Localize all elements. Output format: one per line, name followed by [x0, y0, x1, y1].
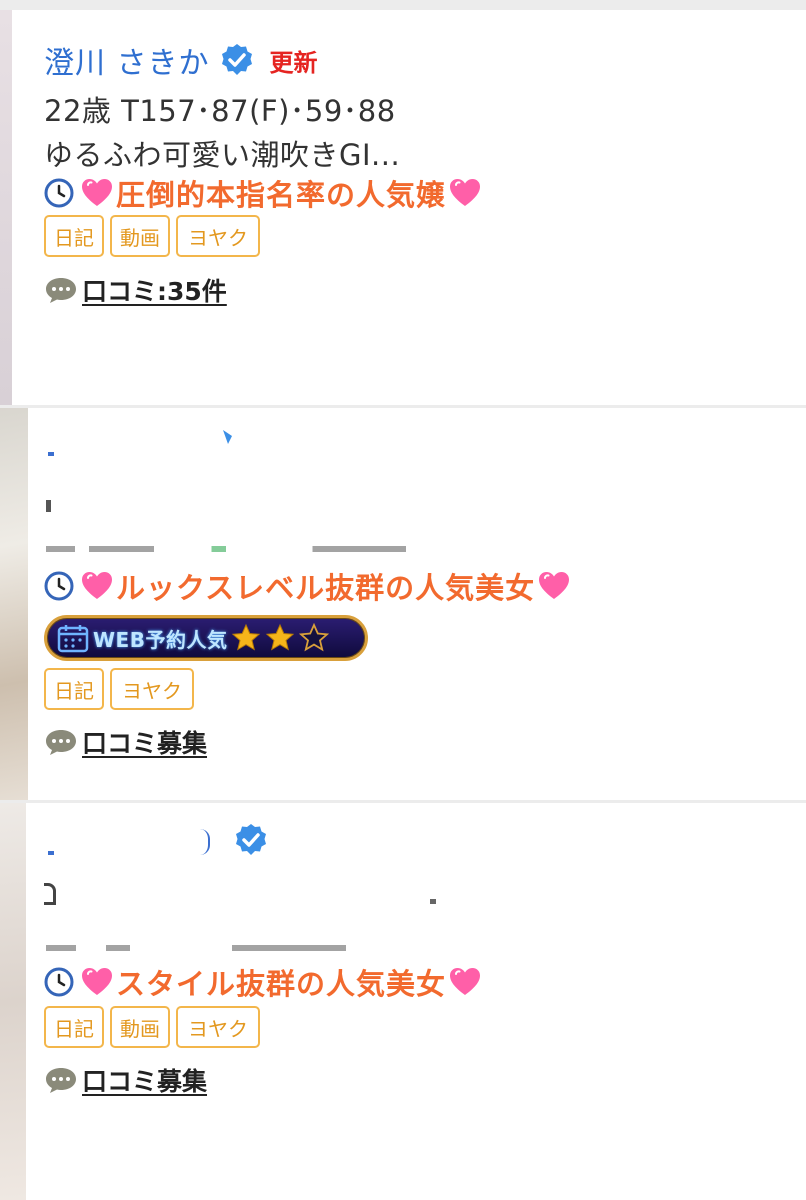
obscured-mark: [48, 452, 54, 456]
updated-label: 更新: [269, 48, 318, 77]
catch-copy: 圧倒的本指名率の人気嬢: [44, 172, 482, 214]
cast-card[interactable]: ルックスレベル抜群の人気美女 WEB予約人気 日記 ヨヤク 口コミ募集: [0, 408, 806, 800]
catch-copy: ルックスレベル抜群の人気美女: [44, 565, 571, 607]
clock-icon: [44, 967, 74, 997]
star-icon: [231, 623, 261, 653]
catch-copy: スタイル抜群の人気美女: [44, 961, 482, 1003]
obscured-mark: [48, 851, 54, 855]
cast-list: 澄川 さきか 更新 22歳 T157･87(F)･59･88 ゆるふわ可愛い潮吹…: [0, 0, 806, 1200]
cast-description: ゆるふわ可愛い潮吹きGI...: [44, 138, 401, 172]
cast-card[interactable]: 澄川 さきか 更新 22歳 T157･87(F)･59･88 ゆるふわ可愛い潮吹…: [0, 10, 806, 405]
verified-badge-icon: [234, 823, 268, 857]
heart-icon: [448, 176, 482, 210]
tag-list: 日記 動画 ヨヤク: [44, 215, 260, 257]
cast-photo[interactable]: [0, 408, 28, 800]
cast-card[interactable]: スタイル抜群の人気美女 日記 動画 ヨヤク 口コミ募集: [0, 803, 806, 1200]
catch-text: 圧倒的本指名率の人気嬢: [116, 178, 447, 212]
star-empty-icon: [299, 622, 330, 653]
obscured-mark: [430, 899, 436, 904]
obscured-mark: [46, 546, 406, 552]
cast-stats: 22歳 T157･87(F)･59･88: [44, 94, 396, 128]
tag-video[interactable]: 動画: [110, 215, 170, 257]
obscured-mark: [46, 945, 346, 951]
catch-text: スタイル抜群の人気美女: [116, 967, 447, 1001]
catch-text: ルックスレベル抜群の人気美女: [116, 571, 536, 605]
tag-diary[interactable]: 日記: [44, 1006, 104, 1048]
cast-photo[interactable]: [0, 803, 26, 1200]
heart-icon: [80, 965, 114, 999]
tag-list: 日記 ヨヤク: [44, 668, 194, 710]
clock-icon: [44, 571, 74, 601]
web-reservation-badge: WEB予約人気: [44, 615, 368, 661]
obscured-mark: [46, 500, 51, 512]
calendar-icon: [57, 623, 89, 653]
speech-bubble-icon: [44, 275, 78, 305]
review-link[interactable]: 口コミ:35件: [44, 272, 227, 308]
tag-diary[interactable]: 日記: [44, 668, 104, 710]
review-count[interactable]: 口コミ:35件: [82, 272, 227, 308]
heart-icon: [448, 965, 482, 999]
tag-diary[interactable]: 日記: [44, 215, 104, 257]
verified-badge-icon: [220, 43, 254, 77]
speech-bubble-icon: [44, 1065, 78, 1095]
tag-list: 日記 動画 ヨヤク: [44, 1006, 260, 1048]
obscured-mark: [44, 883, 56, 905]
tag-reserve[interactable]: ヨヤク: [176, 215, 260, 257]
star-icon: [265, 623, 295, 653]
cast-name[interactable]: 澄川 さきか: [44, 38, 210, 82]
heart-icon: [80, 176, 114, 210]
obscured-text: [40, 422, 440, 552]
cast-photo[interactable]: [0, 10, 12, 405]
clock-icon: [44, 178, 74, 208]
heart-icon: [80, 569, 114, 603]
review-status[interactable]: 口コミ募集: [82, 724, 207, 760]
name-row: 澄川 さきか 更新: [44, 38, 318, 82]
tag-reserve[interactable]: ヨヤク: [110, 668, 194, 710]
review-status[interactable]: 口コミ募集: [82, 1062, 207, 1098]
tag-video[interactable]: 動画: [110, 1006, 170, 1048]
review-link[interactable]: 口コミ募集: [44, 724, 207, 760]
heart-icon: [537, 569, 571, 603]
speech-bubble-icon: [44, 727, 78, 757]
tag-reserve[interactable]: ヨヤク: [176, 1006, 260, 1048]
review-link[interactable]: 口コミ募集: [44, 1062, 207, 1098]
obscured-mark: [220, 428, 236, 446]
web-badge-label: WEB予約人気: [93, 627, 228, 652]
